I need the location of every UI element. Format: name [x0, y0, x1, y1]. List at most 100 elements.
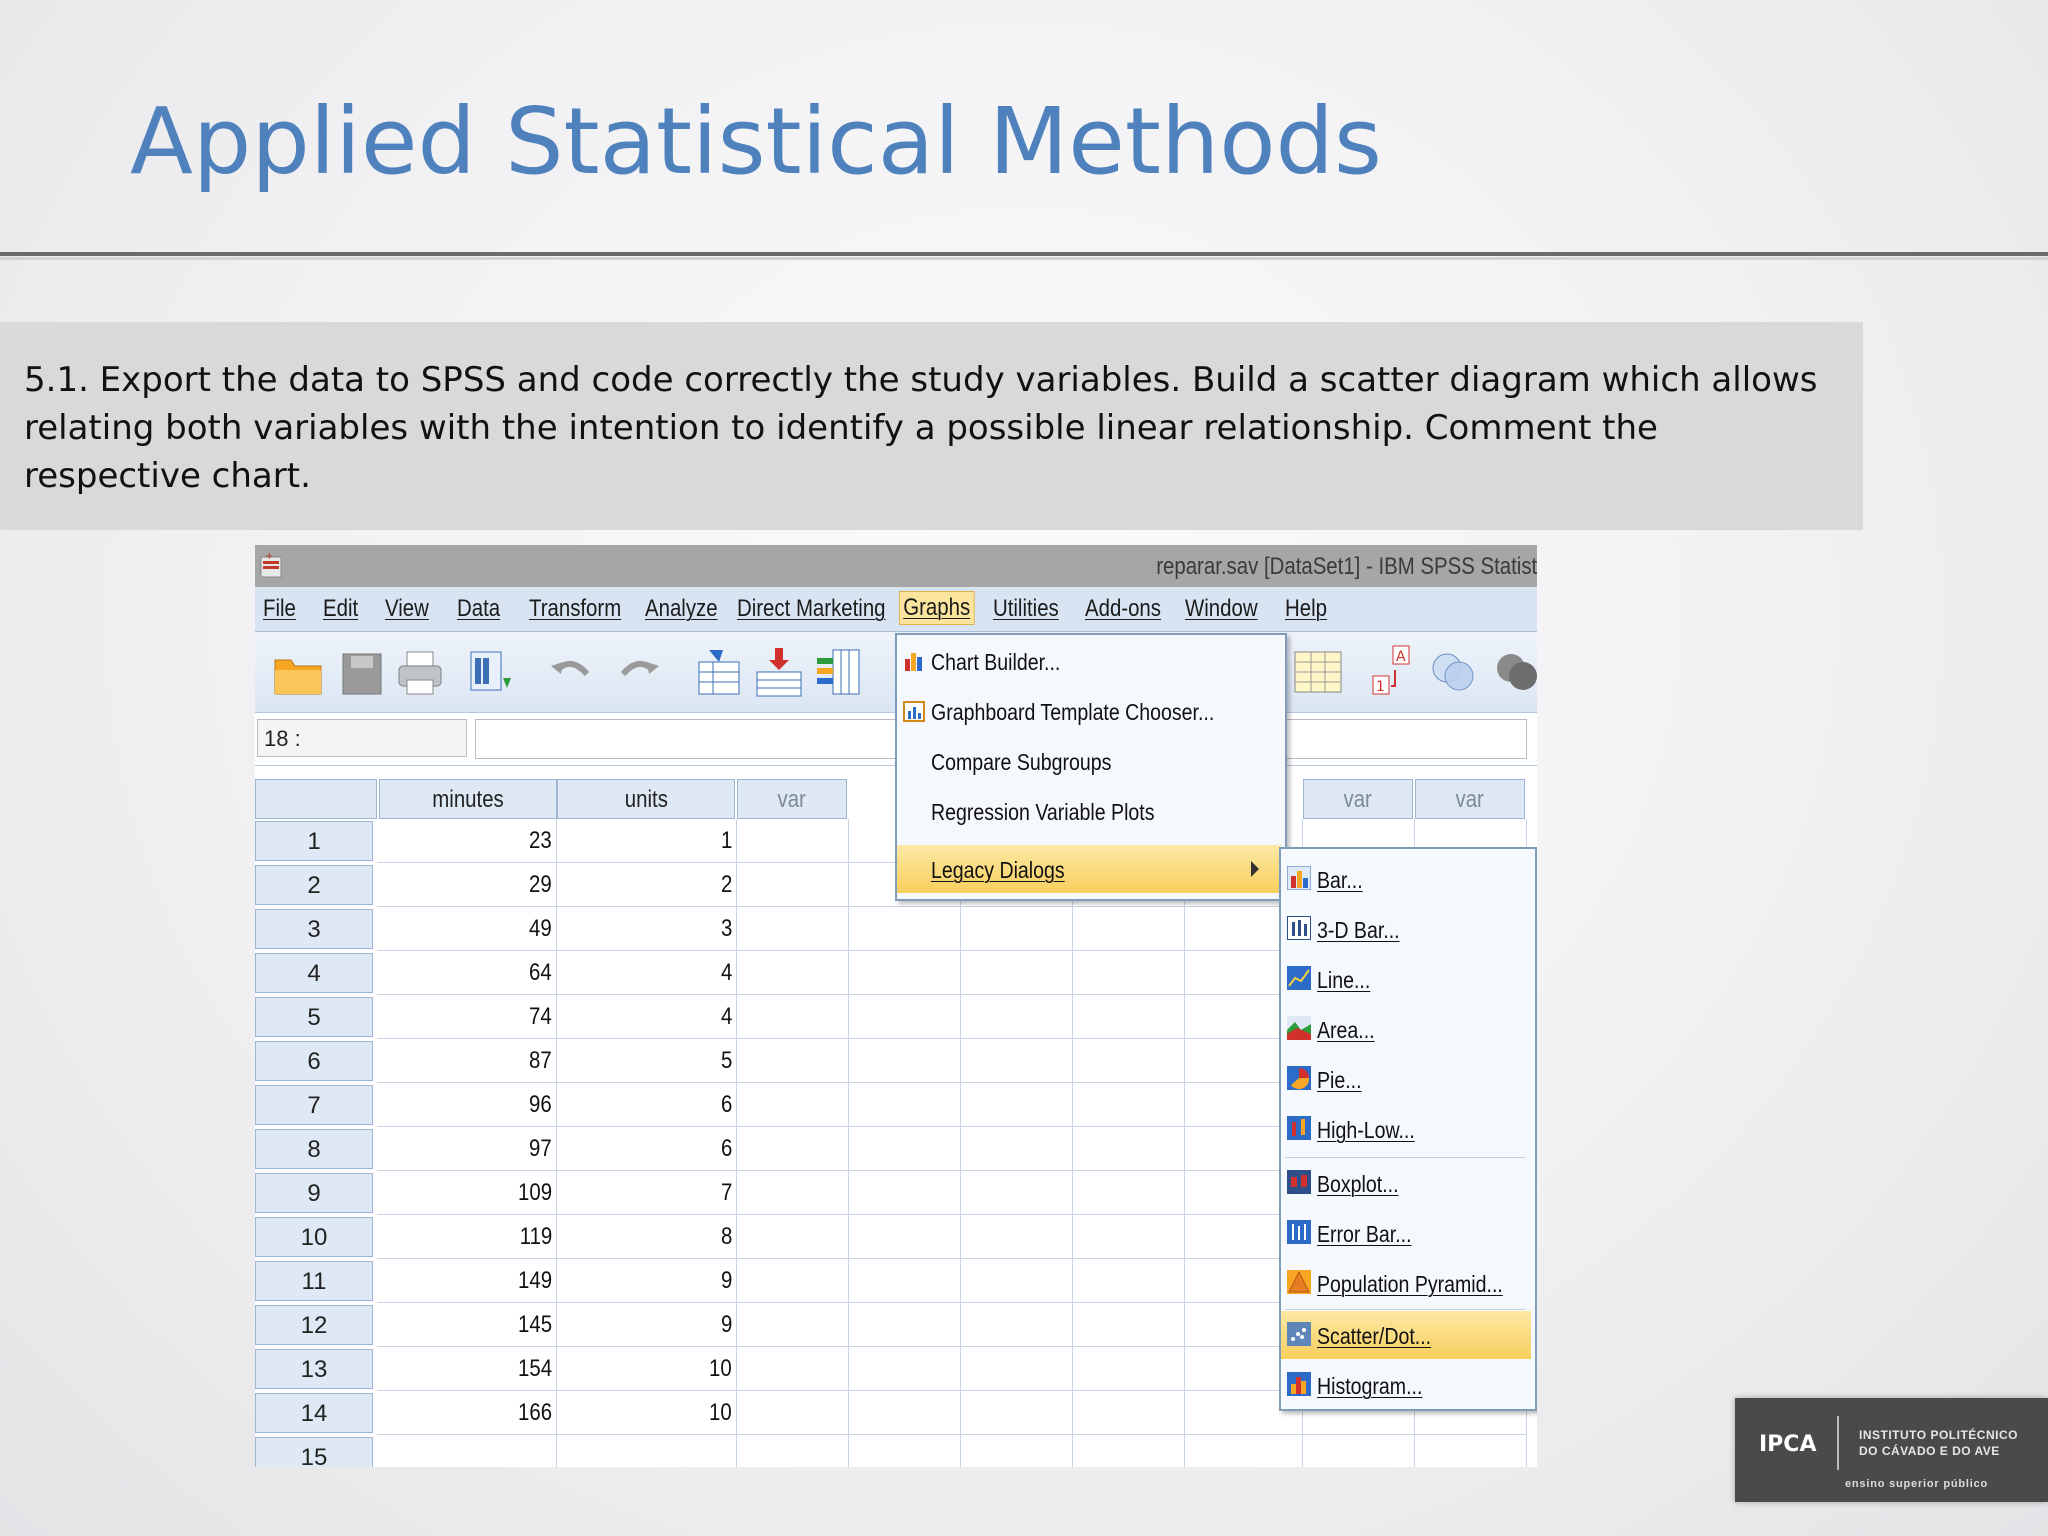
spss-app-icon[interactable]: +	[259, 551, 285, 579]
cell-empty[interactable]	[849, 1435, 961, 1467]
value-labels-icon[interactable]: A 1	[1367, 644, 1421, 700]
cell-empty[interactable]	[849, 1303, 961, 1347]
cell-empty[interactable]	[737, 951, 849, 995]
menu-item-area[interactable]: Area...	[1281, 1005, 1531, 1053]
cell-empty[interactable]	[849, 907, 961, 951]
cell-empty[interactable]	[737, 863, 849, 907]
cell-empty[interactable]	[849, 995, 961, 1039]
cell-empty[interactable]	[737, 1391, 849, 1435]
row-header[interactable]: 14	[255, 1393, 373, 1433]
cell-empty[interactable]	[961, 1215, 1073, 1259]
menu-item-histogram[interactable]: Histogram...	[1281, 1361, 1531, 1409]
cell-empty[interactable]	[737, 1259, 849, 1303]
row-header[interactable]: 15	[255, 1437, 373, 1467]
print-icon[interactable]	[393, 644, 447, 700]
redo-icon[interactable]	[611, 644, 665, 700]
cell-empty[interactable]	[849, 1039, 961, 1083]
cell-minutes[interactable]: 97	[377, 1127, 557, 1171]
insert-variable-icon[interactable]	[813, 644, 867, 700]
cell-empty[interactable]	[961, 907, 1073, 951]
row-header[interactable]: 12	[255, 1305, 373, 1345]
cell-units[interactable]: 7	[557, 1171, 737, 1215]
cell-empty[interactable]	[737, 1215, 849, 1259]
cell-units[interactable]: 10	[557, 1391, 737, 1435]
menu-item-legacy-dialogs[interactable]: Legacy Dialogs	[897, 845, 1281, 893]
cell-empty[interactable]	[849, 1259, 961, 1303]
menu-item-line[interactable]: Line...	[1281, 955, 1531, 1003]
cell-empty[interactable]	[737, 1303, 849, 1347]
menu-file[interactable]: File	[263, 595, 296, 623]
cell-empty[interactable]	[961, 1259, 1073, 1303]
cell-empty[interactable]	[961, 1127, 1073, 1171]
menu-graphs[interactable]: Graphs	[899, 591, 975, 625]
menu-item-scatter-dot[interactable]: Scatter/Dot...	[1281, 1311, 1531, 1359]
cell-units[interactable]	[557, 1435, 737, 1467]
column-header-minutes[interactable]: minutes	[379, 779, 557, 819]
cell-empty[interactable]	[849, 1215, 961, 1259]
cell-minutes[interactable]: 119	[377, 1215, 557, 1259]
menu-utilities[interactable]: Utilities	[993, 595, 1059, 623]
cell-empty[interactable]	[1073, 1127, 1185, 1171]
row-header[interactable]: 2	[255, 865, 373, 905]
cell-empty[interactable]	[1073, 1391, 1185, 1435]
column-header-var[interactable]: var	[737, 779, 847, 819]
cell-empty[interactable]	[737, 819, 849, 863]
cell-units[interactable]: 8	[557, 1215, 737, 1259]
cell-empty[interactable]	[737, 1127, 849, 1171]
cell-empty[interactable]	[1073, 1039, 1185, 1083]
menu-item-graphboard[interactable]: Graphboard Template Chooser...	[897, 687, 1281, 735]
cell-empty[interactable]	[961, 1435, 1073, 1467]
menu-item-bar[interactable]: Bar...	[1281, 855, 1531, 903]
cell-empty[interactable]	[961, 1171, 1073, 1215]
cell-empty[interactable]	[1415, 1435, 1527, 1467]
cell-minutes[interactable]: 64	[377, 951, 557, 995]
cell-empty[interactable]	[1073, 907, 1185, 951]
cell-units[interactable]: 6	[557, 1083, 737, 1127]
cell-units[interactable]: 10	[557, 1347, 737, 1391]
cell-empty[interactable]	[849, 1171, 961, 1215]
cell-minutes[interactable]: 145	[377, 1303, 557, 1347]
cell-units[interactable]: 3	[557, 907, 737, 951]
cell-empty[interactable]	[849, 951, 961, 995]
cell-units[interactable]: 6	[557, 1127, 737, 1171]
cell-units[interactable]: 4	[557, 995, 737, 1039]
use-sets-icon[interactable]	[1427, 644, 1481, 700]
cell-units[interactable]: 9	[557, 1303, 737, 1347]
undo-icon[interactable]	[545, 644, 599, 700]
cell-minutes[interactable]: 149	[377, 1259, 557, 1303]
cell-empty[interactable]	[737, 1171, 849, 1215]
cell-empty[interactable]	[1073, 1215, 1185, 1259]
recall-dialog-icon[interactable]	[465, 644, 519, 700]
cell-empty[interactable]	[849, 1391, 961, 1435]
row-header[interactable]: 3	[255, 909, 373, 949]
cell-empty[interactable]	[961, 1303, 1073, 1347]
cell-units[interactable]: 1	[557, 819, 737, 863]
menu-help[interactable]: Help	[1285, 595, 1327, 623]
menu-item-boxplot[interactable]: Boxplot...	[1281, 1159, 1531, 1207]
menu-item-population-pyramid[interactable]: Population Pyramid...	[1281, 1259, 1531, 1307]
cell-empty[interactable]	[737, 907, 849, 951]
row-header[interactable]: 9	[255, 1173, 373, 1213]
cell-minutes[interactable]: 154	[377, 1347, 557, 1391]
row-header[interactable]: 5	[255, 997, 373, 1037]
menu-item-pie[interactable]: Pie...	[1281, 1055, 1531, 1103]
menu-item-3d-bar[interactable]: 3-D Bar...	[1281, 905, 1531, 953]
menu-item-chart-builder[interactable]: Chart Builder...	[897, 637, 1281, 685]
cell-minutes[interactable]: 49	[377, 907, 557, 951]
menu-add-ons[interactable]: Add-ons	[1085, 595, 1161, 623]
column-header-var[interactable]: var	[1303, 779, 1413, 819]
cell-minutes[interactable]: 29	[377, 863, 557, 907]
value-labels-grid-icon[interactable]	[1291, 644, 1345, 700]
cell-empty[interactable]	[849, 1347, 961, 1391]
menu-item-compare-subgroups[interactable]: Compare Subgroups	[897, 737, 1281, 785]
cell-empty[interactable]	[737, 1347, 849, 1391]
cell-units[interactable]: 4	[557, 951, 737, 995]
cell-empty[interactable]	[1073, 1083, 1185, 1127]
open-folder-icon[interactable]	[271, 644, 325, 700]
row-header[interactable]: 7	[255, 1085, 373, 1125]
menu-edit[interactable]: Edit	[323, 595, 358, 623]
menu-window[interactable]: Window	[1185, 595, 1258, 623]
cell-minutes[interactable]: 96	[377, 1083, 557, 1127]
cell-minutes[interactable]: 109	[377, 1171, 557, 1215]
cell-minutes[interactable]: 87	[377, 1039, 557, 1083]
